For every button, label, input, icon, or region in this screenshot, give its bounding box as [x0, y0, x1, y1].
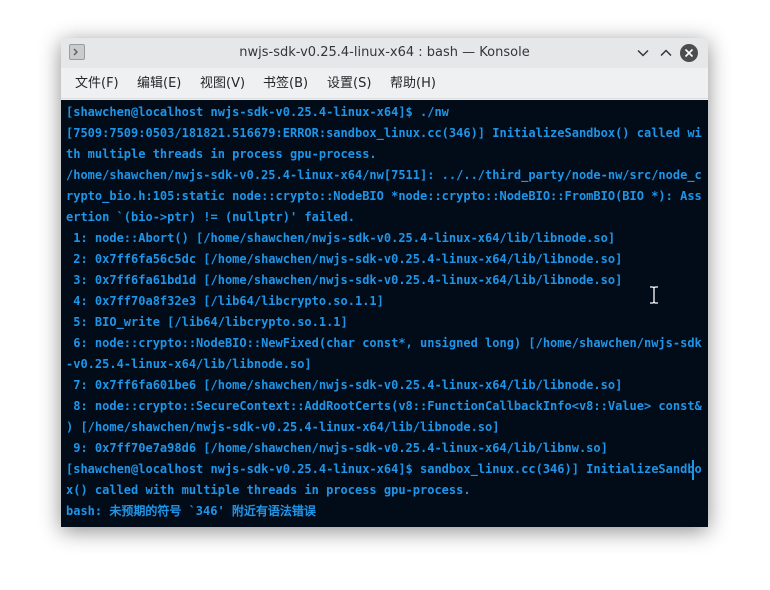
menu-edit[interactable]: 编辑(E) — [137, 68, 181, 99]
terminal-line: -v0.25.4-linux-x64/lib/libnode.so] — [66, 357, 312, 371]
terminal-line: [shawchen@localhost nwjs-sdk-v0.25.4-lin… — [66, 105, 449, 119]
terminal-line: [shawchen@localhost nwjs-sdk-v0.25.4-lin… — [66, 462, 702, 476]
terminal-app-icon[interactable] — [69, 44, 85, 60]
terminal-line: th multiple threads in process gpu-proce… — [66, 147, 377, 161]
terminal-line: 1: node::Abort() [/home/shawchen/nwjs-sd… — [66, 231, 616, 245]
terminal-line: 6: node::crypto::NodeBIO::NewFixed(char … — [66, 336, 702, 350]
terminal-line: /home/shawchen/nwjs-sdk-v0.25.4-linux-x6… — [66, 168, 702, 182]
terminal-line: x() called with multiple threads in proc… — [66, 483, 471, 497]
menu-view[interactable]: 视图(V) — [200, 68, 245, 99]
close-button[interactable] — [680, 44, 698, 62]
terminal-line: bash: 未预期的符号 `346' 附近有语法错误 — [66, 504, 316, 518]
terminal-line: 9: 0x7ff70e7a98d6 [/home/shawchen/nwjs-s… — [66, 441, 608, 455]
maximize-button[interactable] — [656, 43, 676, 63]
close-icon — [684, 48, 694, 58]
menu-bar: 文件(F) 编辑(E) 视图(V) 书签(B) 设置(S) 帮助(H) — [61, 68, 708, 99]
terminal-line: 4: 0x7ff70a8f32e3 [/lib64/libcrypto.so.1… — [66, 294, 384, 308]
title-bar[interactable]: nwjs-sdk-v0.25.4-linux-x64 : bash — Kons… — [61, 38, 708, 68]
terminal-cursor — [692, 460, 694, 480]
terminal-line: 5: BIO_write [/lib64/libcrypto.so.1.1] — [66, 315, 348, 329]
terminal-line: 8: node::crypto::SecureContext::AddRootC… — [66, 399, 702, 413]
window-title: nwjs-sdk-v0.25.4-linux-x64 : bash — Kons… — [239, 45, 530, 60]
menu-file[interactable]: 文件(F) — [75, 68, 119, 99]
chevron-down-icon — [637, 49, 649, 57]
menu-settings[interactable]: 设置(S) — [327, 68, 371, 99]
menu-help[interactable]: 帮助(H) — [390, 68, 436, 99]
terminal-line: 2: 0x7ff6fa56c5dc [/home/shawchen/nwjs-s… — [66, 252, 623, 266]
terminal-line: 7: 0x7ff6fa601be6 [/home/shawchen/nwjs-s… — [66, 378, 623, 392]
terminal-line: ) [/home/shawchen/nwjs-sdk-v0.25.4-linux… — [66, 420, 500, 434]
menu-bookmarks[interactable]: 书签(B) — [263, 68, 308, 99]
terminal-line: 3: 0x7ff6fa61bd1d [/home/shawchen/nwjs-s… — [66, 273, 623, 287]
minimize-button[interactable] — [633, 43, 653, 63]
terminal-line: [7509:7509:0503/181821.516679:ERROR:sand… — [66, 126, 702, 140]
text-cursor-icon — [649, 286, 659, 308]
terminal-line: ertion `(bio->ptr) != (nullptr)' failed. — [66, 210, 355, 224]
terminal-lines: [shawchen@localhost nwjs-sdk-v0.25.4-lin… — [66, 102, 702, 522]
chevron-up-icon — [660, 49, 672, 57]
konsole-window: nwjs-sdk-v0.25.4-linux-x64 : bash — Kons… — [61, 38, 708, 527]
terminal-output[interactable]: [shawchen@localhost nwjs-sdk-v0.25.4-lin… — [61, 100, 708, 527]
terminal-line: rypto_bio.h:105:static node::crypto::Nod… — [66, 189, 702, 203]
